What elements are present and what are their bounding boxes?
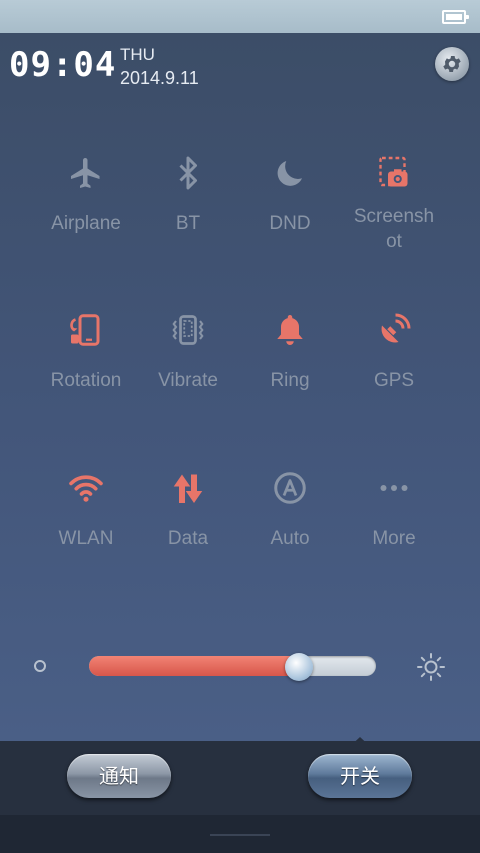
auto-brightness-icon xyxy=(274,472,306,504)
brightness-low-icon xyxy=(34,660,46,672)
toggle-label: Screensh ot xyxy=(353,206,435,252)
status-bar xyxy=(0,0,480,33)
bell-icon xyxy=(277,315,303,345)
screenshot-icon xyxy=(379,156,408,187)
gps-icon xyxy=(381,313,411,343)
toggle-label: WLAN xyxy=(58,528,114,549)
gear-icon xyxy=(443,56,461,72)
date: 2014.9.11 xyxy=(120,68,199,88)
toggle-label: More xyxy=(372,528,416,549)
toggle-label: Data xyxy=(167,528,209,549)
vibrate-icon xyxy=(172,315,204,345)
data-arrows-icon xyxy=(173,474,203,503)
weekday: THU xyxy=(120,45,155,64)
wifi-icon xyxy=(69,475,103,502)
toggle-label: Ring xyxy=(270,370,310,391)
clock-time: 09:04 xyxy=(9,45,117,85)
toggle-label: BT xyxy=(175,213,201,234)
brightness-thumb[interactable] xyxy=(284,653,313,681)
toggle-label: Airplane xyxy=(51,213,121,234)
airplane-icon xyxy=(71,158,100,188)
brightness-high-icon xyxy=(417,653,445,681)
settings-button[interactable] xyxy=(435,47,469,81)
toggle-label: DND xyxy=(269,213,311,234)
toggle-label: Auto xyxy=(270,528,310,549)
bluetooth-icon xyxy=(179,156,197,190)
quick-settings-panel: 09:04 THU 2014.9.11 Airplane BT DND Scre… xyxy=(0,33,480,741)
brightness-slider[interactable] xyxy=(89,656,376,676)
battery-full-icon xyxy=(442,10,469,24)
brightness-fill xyxy=(89,656,299,676)
toggle-label: GPS xyxy=(373,370,415,391)
more-dots-icon xyxy=(380,485,408,491)
tab-switches[interactable]: 开关 xyxy=(308,754,412,798)
toggle-label: Rotation xyxy=(50,370,122,391)
toggle-label: Vibrate xyxy=(158,370,218,391)
moon-icon xyxy=(277,161,302,186)
bottom-tab-bar: 通知 开关 xyxy=(0,741,480,853)
rotation-icon xyxy=(70,314,100,346)
brightness-control xyxy=(0,643,480,691)
drag-handle[interactable] xyxy=(210,834,270,836)
tab-notifications[interactable]: 通知 xyxy=(67,754,171,798)
